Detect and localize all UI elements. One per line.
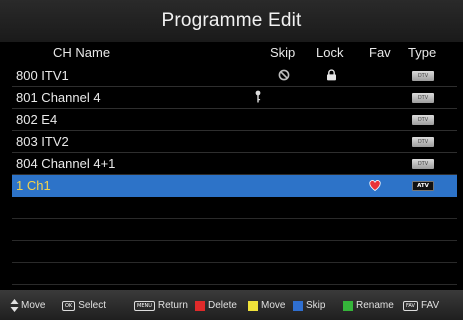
help-delete: Delete bbox=[195, 299, 237, 312]
help-return: MENU Return bbox=[134, 299, 188, 312]
help-rename-label: Rename bbox=[356, 300, 394, 311]
channel-name: 802 E4 bbox=[16, 112, 58, 127]
screen: Programme Edit CH Name Skip Lock Fav Typ… bbox=[0, 0, 463, 320]
channel-row-selected[interactable]: 1 Ch1 ATV bbox=[12, 175, 457, 197]
help-move-yellow: Move bbox=[248, 299, 285, 312]
key-help-bar: Move OK Select MENU Return Delete Move S… bbox=[0, 290, 463, 320]
help-fav-label: FAV bbox=[420, 300, 440, 311]
menu-key-icon: MENU bbox=[134, 300, 155, 311]
heart-icon bbox=[369, 180, 381, 192]
channel-name: 1 Ch1 bbox=[16, 178, 51, 193]
channel-name: 803 ITV2 bbox=[16, 134, 69, 149]
help-move-yellow-label: Move bbox=[261, 300, 286, 311]
column-ch-name: CH Name bbox=[53, 45, 111, 60]
type-badge-dtv: DTV bbox=[412, 137, 434, 147]
page-title: Programme Edit bbox=[0, 0, 463, 42]
column-type: Type bbox=[408, 45, 437, 60]
channel-row[interactable]: 803 ITV2 DTV bbox=[12, 131, 457, 153]
column-header: CH Name Skip Lock Fav Type bbox=[12, 42, 457, 64]
column-fav: Fav bbox=[369, 45, 391, 60]
skip-icon bbox=[278, 69, 290, 81]
channel-row[interactable]: 800 ITV1 DTV bbox=[12, 65, 457, 87]
channel-row[interactable]: 804 Channel 4+1 DTV bbox=[12, 153, 457, 175]
empty-row bbox=[12, 219, 457, 241]
key-icon bbox=[255, 90, 261, 103]
column-skip: Skip bbox=[270, 45, 296, 60]
channel-row[interactable]: 802 E4 DTV bbox=[12, 109, 457, 131]
ok-key-icon: OK bbox=[62, 300, 76, 311]
channel-name: 804 Channel 4+1 bbox=[16, 156, 116, 171]
type-badge-dtv: DTV bbox=[412, 93, 434, 103]
type-badge-atv: ATV bbox=[412, 181, 434, 191]
yellow-key-icon bbox=[248, 300, 258, 311]
up-down-arrow-icon bbox=[10, 299, 19, 312]
type-badge-dtv: DTV bbox=[412, 115, 434, 125]
help-select: OK Select bbox=[62, 299, 106, 312]
help-rename: Rename bbox=[343, 299, 394, 312]
column-lock: Lock bbox=[316, 45, 344, 60]
lock-icon bbox=[327, 69, 336, 81]
empty-row bbox=[12, 197, 457, 219]
help-move-label: Move bbox=[21, 300, 46, 311]
red-key-icon bbox=[195, 300, 205, 311]
type-badge-dtv: DTV bbox=[412, 159, 434, 169]
channel-name: 801 Channel 4 bbox=[16, 90, 101, 105]
help-return-label: Return bbox=[157, 300, 188, 311]
help-fav: FAV FAV bbox=[403, 299, 439, 312]
help-delete-label: Delete bbox=[208, 300, 237, 311]
blue-key-icon bbox=[293, 300, 303, 311]
channel-row[interactable]: 801 Channel 4 DTV bbox=[12, 87, 457, 109]
type-badge-dtv: DTV bbox=[412, 71, 434, 81]
empty-row bbox=[12, 263, 457, 285]
help-select-label: Select bbox=[78, 300, 107, 311]
green-key-icon bbox=[343, 300, 353, 311]
channel-name: 800 ITV1 bbox=[16, 68, 69, 83]
channel-list: 800 ITV1 DTV 801 Channel 4 DTV 802 E4 DT… bbox=[12, 65, 457, 285]
help-skip: Skip bbox=[293, 299, 325, 312]
empty-row bbox=[12, 241, 457, 263]
help-move: Move bbox=[10, 299, 45, 312]
help-skip-label: Skip bbox=[306, 300, 326, 311]
fav-key-icon: FAV bbox=[403, 300, 418, 311]
